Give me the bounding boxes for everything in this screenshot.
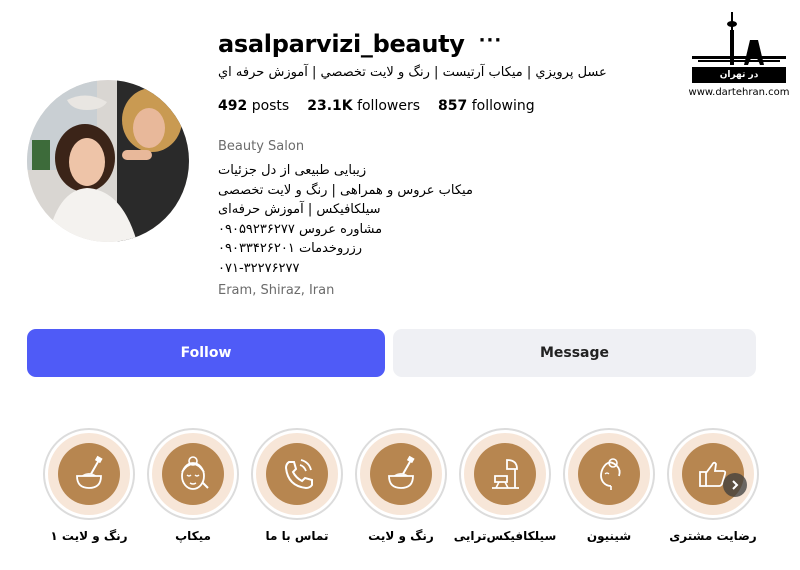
message-button[interactable]: Message bbox=[393, 329, 756, 377]
salon-chair-icon bbox=[492, 459, 519, 489]
highlight-circle[interactable] bbox=[355, 428, 447, 520]
watermark-logo: در تهران www.dartehran.com bbox=[684, 10, 794, 100]
profile-category: Beauty Salon bbox=[218, 139, 305, 154]
highlight-label: شینیون bbox=[586, 529, 632, 543]
bio-line: رزروخدمات ۰۹۰۳۳۴۲۶۲۰۱ bbox=[218, 241, 363, 256]
hair-dye-brush-icon bbox=[76, 455, 103, 489]
highlight-label: رضایت مشتری bbox=[669, 529, 757, 543]
highlight-label: سیلکافیکس‌ترایی bbox=[453, 529, 557, 543]
posts-stat[interactable]: 492 posts bbox=[218, 98, 289, 114]
highlight-circle[interactable] bbox=[563, 428, 655, 520]
followers-stat[interactable]: 23.1K followers bbox=[307, 98, 420, 114]
highlight-label: رنگ و لایت ۱ bbox=[50, 529, 128, 543]
milad-tower-icon bbox=[692, 12, 786, 65]
bio-line: میکاب عروس و همراهی | رنگ و لایت تخصصی bbox=[218, 182, 473, 198]
makeup-face-icon bbox=[181, 456, 209, 490]
phone-call-icon bbox=[284, 459, 313, 490]
profile-stats: 492 posts 23.1K followers 857 following bbox=[218, 98, 535, 114]
following-label: following bbox=[471, 98, 535, 114]
profile-bio: زیبایی طبیعی از دل جزئیات میکاب عروس و ه… bbox=[218, 161, 518, 278]
highlight-circle[interactable] bbox=[43, 428, 135, 520]
following-count: 857 bbox=[438, 98, 468, 114]
follow-button[interactable]: Follow bbox=[27, 329, 385, 377]
chevron-right-icon bbox=[732, 480, 739, 490]
followers-label: followers bbox=[357, 98, 421, 114]
bio-line: زیبایی طبیعی از دل جزئیات bbox=[218, 163, 367, 178]
followers-count: 23.1K bbox=[307, 98, 353, 114]
highlight-circle[interactable] bbox=[251, 428, 343, 520]
profile-avatar[interactable] bbox=[27, 80, 189, 242]
highlights-next-button[interactable] bbox=[723, 473, 747, 497]
watermark-name: در تهران bbox=[692, 67, 786, 83]
posts-count: 492 bbox=[218, 98, 248, 114]
updo-hairstyle-icon bbox=[600, 458, 621, 490]
profile-full-name: عسل پرويزي | ميكاب آرتيست | رنگ و لايت ت… bbox=[218, 65, 607, 80]
highlight-label: میکاپ bbox=[175, 529, 211, 543]
bio-line: ۰۷۱-۳۲۲۷۶۲۷۷ bbox=[218, 260, 300, 276]
highlight-circle[interactable] bbox=[667, 428, 759, 520]
bio-line: مشاوره عروس ۰۹۰۵۹۲۳۶۲۷۷ bbox=[218, 221, 383, 237]
avatar-photo bbox=[27, 80, 189, 242]
hair-dye-brush-icon bbox=[388, 455, 415, 489]
highlight-label: تماس با ما bbox=[265, 529, 329, 543]
highlight-circle[interactable] bbox=[459, 428, 551, 520]
watermark-url: www.dartehran.com bbox=[688, 87, 790, 98]
profile-username: asalparvizi_beauty bbox=[218, 30, 465, 58]
profile-location[interactable]: Eram, Shiraz, Iran bbox=[218, 283, 334, 298]
highlight-circle[interactable] bbox=[147, 428, 239, 520]
following-stat[interactable]: 857 following bbox=[438, 98, 535, 114]
highlight-label: رنگ و لایت bbox=[368, 529, 434, 543]
more-options-button[interactable]: ··· bbox=[479, 32, 503, 56]
posts-label: posts bbox=[251, 98, 290, 114]
bio-line: سیلکافیکس | آموزش حرفه‌ای bbox=[218, 202, 381, 217]
